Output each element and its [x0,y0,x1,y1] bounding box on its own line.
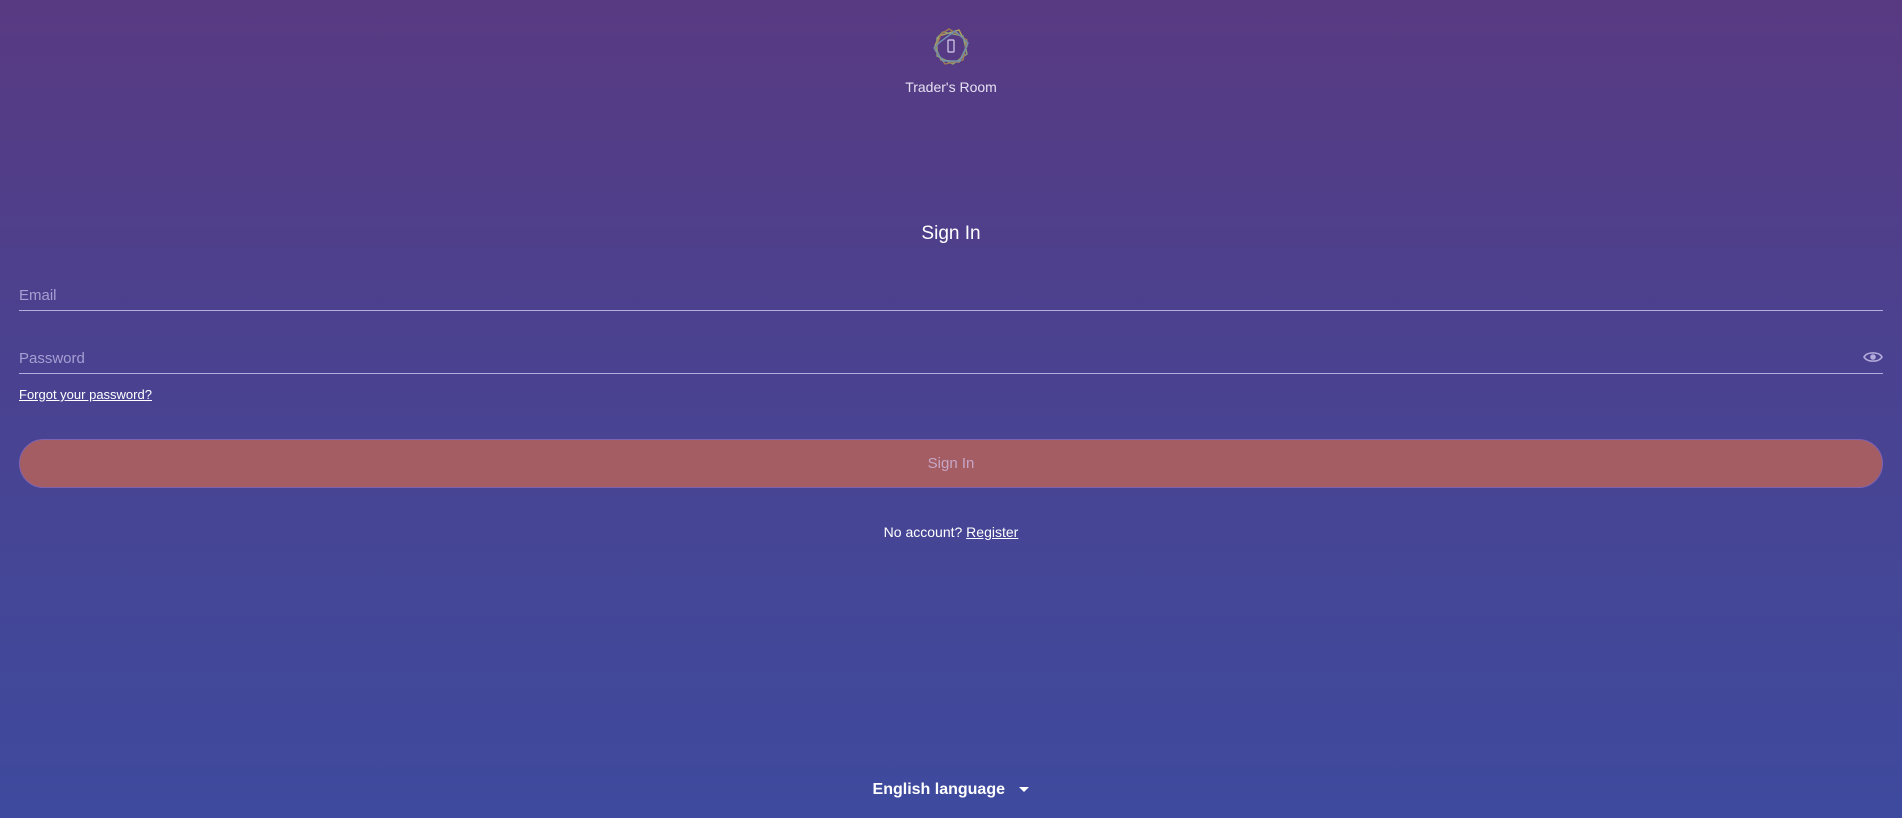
email-field[interactable] [19,282,1883,308]
brand-logo-icon [929,24,973,68]
password-field[interactable] [19,345,1883,371]
sign-in-button[interactable]: Sign In [19,439,1883,488]
page-title: Sign In [921,223,981,244]
password-field-wrapper [19,345,1883,374]
caret-down-icon [1019,787,1030,793]
language-label: English language [872,781,1005,798]
register-prompt: No account? Register [0,524,1902,540]
forgot-password-link[interactable]: Forgot your password? [19,387,152,402]
language-selector[interactable]: English language [873,781,1030,799]
brand-name: Trader's Room [905,79,997,95]
header: Trader's Room [0,24,1902,95]
no-account-text: No account? [883,524,963,540]
email-field-wrapper [19,282,1883,311]
eye-icon[interactable] [1863,350,1883,364]
register-link[interactable]: Register [966,524,1018,540]
language-selector-wrapper: English language [0,781,1902,799]
